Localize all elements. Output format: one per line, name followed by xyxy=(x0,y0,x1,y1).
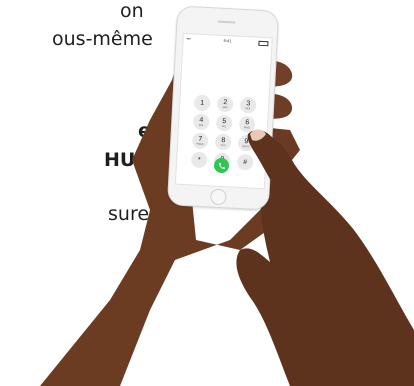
key-5[interactable]: 5 JKL xyxy=(215,114,233,132)
signal-icon: ••• xyxy=(186,36,191,42)
key-4[interactable]: 4 GHI xyxy=(192,113,210,131)
battery-icon xyxy=(258,40,269,47)
key-8[interactable]: 8 TUV xyxy=(214,133,232,151)
phone-icon xyxy=(218,162,225,169)
smartphone: ••• 9:41 1 2 ABC 3 DEF 4 GHI 5 JKL 6 MNO 7 PQR… xyxy=(166,5,280,211)
key-1[interactable]: 1 xyxy=(193,94,211,112)
key-3[interactable]: 3 DEF xyxy=(239,96,257,114)
key-7[interactable]: 7 PQRS xyxy=(191,132,209,150)
status-time: 9:41 xyxy=(223,37,232,44)
call-button[interactable] xyxy=(213,157,230,174)
key-2[interactable]: 2 ABC xyxy=(216,95,234,113)
earpiece xyxy=(217,20,236,24)
dialer-screen: ••• 9:41 1 2 ABC 3 DEF 4 GHI 5 JKL 6 MNO 7 PQR… xyxy=(174,32,273,190)
key-hash[interactable]: # xyxy=(236,153,254,171)
home-button[interactable] xyxy=(209,188,227,206)
key-9[interactable]: 9 WXYZ xyxy=(237,134,255,152)
key-6[interactable]: 6 MNO xyxy=(238,115,256,133)
status-bar: ••• 9:41 xyxy=(183,36,271,47)
key-star[interactable]: * xyxy=(190,151,208,169)
